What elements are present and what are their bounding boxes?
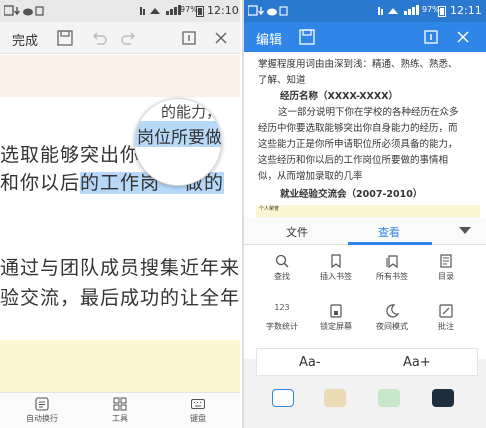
doc-line: 这一部分说明下你在学校的各种经历在众多 (278, 107, 459, 118)
lock-screen-label: 锁定屏幕 (320, 322, 352, 331)
lock-screen-icon (330, 304, 342, 318)
edit-toolbar: 完成 (0, 22, 240, 54)
body-text-line-4: 验交流，最后成功的让全年级 (0, 287, 240, 309)
lock-screen-button[interactable]: 锁定屏幕 (306, 303, 366, 332)
bg-white-swatch[interactable] (272, 389, 294, 407)
doc-line: 这些能力正是你所申请职位所必须具备的能力， (258, 139, 458, 150)
status-signal-icons (378, 5, 419, 15)
word-wrap-label: 自动换行 (26, 414, 58, 423)
font-increase-button[interactable]: Aa+ (403, 355, 431, 370)
tools-label: 工具 (112, 414, 128, 423)
header-band (0, 55, 240, 97)
menu-tabs: 文件 查看 (244, 217, 486, 245)
left-screen: 97% 12:10 完成 选取能够突出你经 和你以后的工作岗 (0, 0, 240, 428)
all-bookmarks-label: 所有书签 (376, 272, 408, 281)
done-button[interactable]: 完成 (12, 30, 38, 49)
all-bookmarks-icon (386, 255, 398, 269)
right-screen: 97% 12:11 编辑 掌握程度用词由由深到浅：精通、熟练、熟悉、 了解、知道… (242, 0, 486, 428)
bg-green-swatch[interactable] (378, 389, 400, 407)
keyboard-label: 键盘 (190, 414, 206, 423)
status-notification-icons (248, 5, 288, 16)
status-time: 12:11 (450, 4, 482, 17)
night-mode-label: 夜间模式 (376, 322, 408, 331)
word-wrap-button[interactable]: 自动换行 (12, 396, 72, 424)
doc-line: 掌握程度用词由由深到浅：精通、熟练、熟悉、 (258, 59, 458, 70)
word-count-icon: 123 (274, 303, 290, 312)
doc-line: 似，从而增加录取的几率 (258, 171, 363, 182)
redo-icon[interactable] (120, 29, 138, 47)
body-text-segment: 和你以后 (0, 172, 81, 194)
bookmark-icon (331, 254, 341, 269)
insert-bookmark-button[interactable]: 插入书签 (306, 253, 366, 282)
page-count-icon[interactable] (422, 28, 440, 46)
page-count-icon[interactable] (180, 29, 198, 47)
tools-grid-icon (113, 397, 127, 411)
save-icon[interactable] (56, 29, 74, 47)
status-time: 12:10 (207, 4, 239, 17)
body-text-segment: 选取能够突出你 (0, 144, 141, 166)
bg-dark-swatch[interactable] (432, 389, 454, 407)
contents-icon (440, 254, 452, 268)
status-notification-icons (4, 5, 44, 16)
night-mode-button[interactable]: 夜间模式 (362, 303, 422, 332)
view-toolbar: 编辑 (244, 22, 486, 52)
document-content: 掌握程度用词由由深到浅：精通、熟练、熟悉、 了解、知道 经历名称（XXXX-XX… (244, 52, 486, 212)
doc-heading: 经历名称（XXXX-XXXX） (280, 91, 398, 102)
collapse-arrow-icon[interactable] (459, 227, 471, 234)
body-text-line-3: 通过与团队成员搜集近年来专 (0, 257, 240, 279)
tools-button[interactable]: 工具 (90, 396, 150, 424)
font-decrease-button[interactable]: Aa- (299, 355, 321, 370)
battery-icon (196, 6, 204, 17)
save-icon[interactable] (298, 28, 316, 46)
comment-button[interactable]: 批注 (416, 303, 476, 332)
find-button[interactable]: 查找 (252, 253, 312, 282)
view-menu-panel: 文件 查看 查找 插入书签 所有书签 目录 123 字数统计 锁定屏幕 夜间模式… (244, 217, 486, 428)
view-options-grid: 查找 插入书签 所有书签 目录 123 字数统计 锁定屏幕 夜间模式 批注 (244, 245, 486, 359)
tab-view[interactable]: 查看 (378, 224, 400, 240)
doc-line: 经历中你要选取能够突出你自身能力的经历，而 (258, 123, 458, 134)
wrap-icon (35, 397, 49, 411)
undo-icon[interactable] (90, 29, 108, 47)
status-bar: 97% 12:11 (244, 0, 486, 22)
word-count-label: 字数统计 (266, 322, 298, 331)
text-magnifier: 的能力， 岗位所要做 (134, 98, 222, 186)
edit-button[interactable]: 编辑 (256, 29, 282, 48)
battery-icon (438, 6, 446, 17)
night-mode-icon (386, 304, 400, 318)
insert-bookmark-label: 插入书签 (320, 272, 352, 281)
search-icon (275, 254, 289, 268)
doc-preview-strip: 个人荣誉 (256, 205, 480, 217)
tab-file[interactable]: 文件 (286, 224, 308, 240)
comment-icon (439, 304, 453, 318)
background-color-options (256, 385, 478, 415)
contents-label: 目录 (438, 272, 454, 281)
comment-label: 批注 (438, 322, 454, 331)
keyboard-icon (191, 399, 205, 409)
doc-heading: 就业经验交流会（2007-2010） (280, 189, 423, 200)
close-icon[interactable] (212, 29, 230, 47)
magnifier-top-text: 的能力， (161, 103, 222, 121)
footer-band (0, 340, 240, 392)
contents-button[interactable]: 目录 (416, 253, 476, 282)
status-bar: 97% 12:10 (0, 0, 240, 22)
all-bookmarks-button[interactable]: 所有书签 (362, 253, 422, 282)
bottom-toolbar: 自动换行 工具 键盘 (0, 392, 240, 428)
close-icon[interactable] (454, 28, 472, 46)
doc-line: 这些经历和你以后的工作岗位所要做的事情相 (258, 155, 449, 166)
find-label: 查找 (274, 272, 290, 281)
magnifier-line-text: 岗位所要做 (137, 128, 222, 148)
word-count-button[interactable]: 123 字数统计 (252, 303, 312, 332)
keyboard-button[interactable]: 键盘 (168, 396, 228, 424)
font-size-controls: Aa- Aa+ (256, 348, 478, 376)
bg-beige-swatch[interactable] (324, 389, 346, 407)
selected-text[interactable]: 的工作岗 (80, 172, 161, 194)
doc-line: 了解、知道 (258, 75, 306, 86)
